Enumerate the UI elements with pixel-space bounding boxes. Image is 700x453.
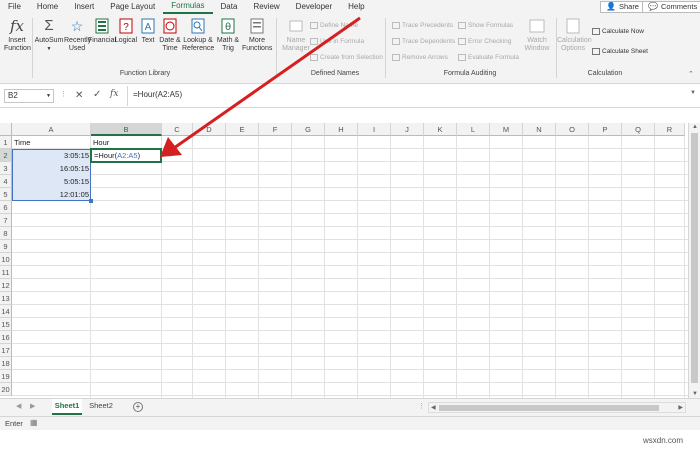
- sheet1-label: Sheet1: [54, 401, 80, 410]
- sheet-tab-bar: ◀ ▶ Sheet1 Sheet2 + ⋮ ◀ ▶: [0, 398, 700, 416]
- accessibility-icon: ▦: [30, 418, 38, 427]
- scroll-left-icon[interactable]: ◀: [431, 404, 436, 411]
- h-scroll-thumb[interactable]: [439, 405, 659, 411]
- vertical-scrollbar[interactable]: ▲ ▼: [688, 123, 700, 398]
- horizontal-scrollbar[interactable]: ◀ ▶: [428, 402, 686, 413]
- lower-blank: [0, 430, 700, 453]
- status-bar: Enter ▦: [0, 416, 700, 430]
- tab-prev-icon[interactable]: ◀: [16, 402, 21, 410]
- tab-next-icon[interactable]: ▶: [30, 402, 35, 410]
- add-sheet-button[interactable]: +: [133, 402, 143, 412]
- sheet-tab-sheet2[interactable]: Sheet2: [86, 399, 116, 415]
- scroll-right-icon[interactable]: ▶: [678, 404, 683, 411]
- scroll-thumb[interactable]: [691, 133, 698, 383]
- sheet2-label: Sheet2: [89, 401, 113, 410]
- status-mode: Enter: [5, 419, 23, 428]
- watermark: wsxdn.com: [643, 436, 684, 445]
- scroll-down-icon[interactable]: ▼: [692, 391, 698, 397]
- sheet-tab-sheet1[interactable]: Sheet1: [52, 399, 82, 415]
- scroll-up-icon[interactable]: ▲: [692, 124, 698, 130]
- tab-splitter-icon[interactable]: ⋮: [418, 402, 425, 410]
- red-arrow-annotation: [160, 16, 361, 157]
